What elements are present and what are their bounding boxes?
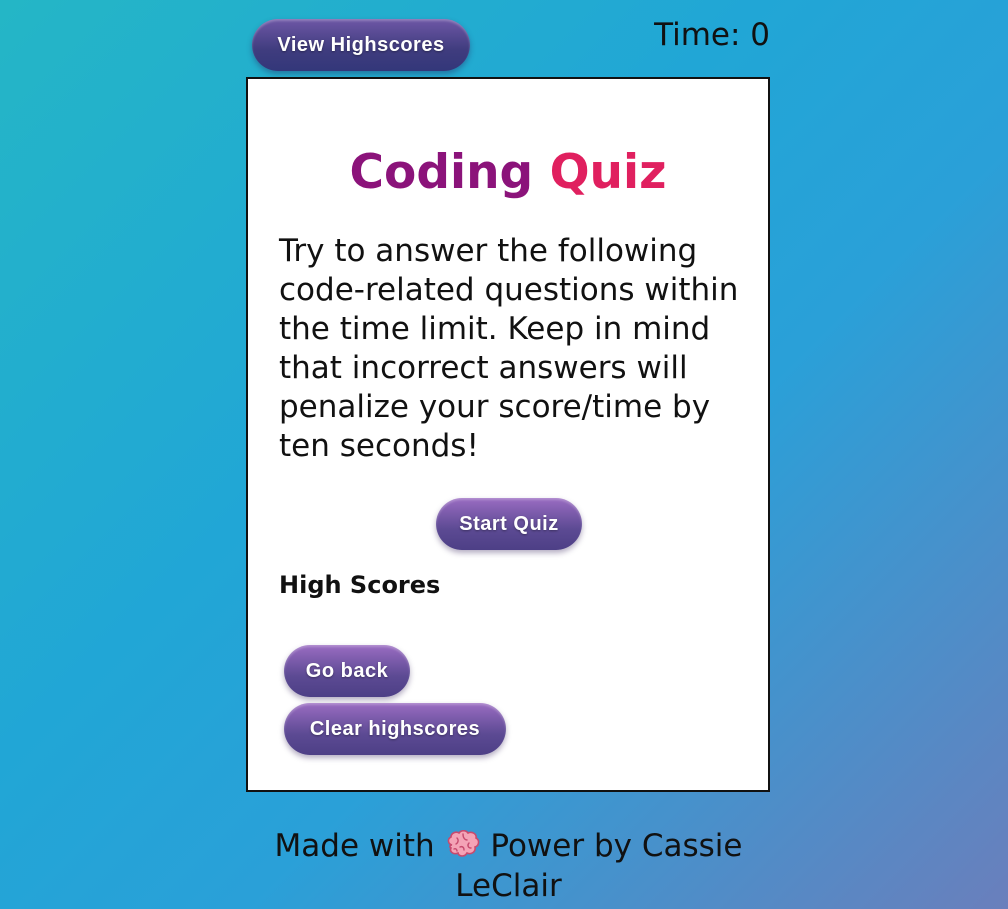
quiz-title-part2: Quiz	[549, 145, 667, 200]
highscores-list	[279, 605, 719, 635]
timer-label: Time:	[654, 17, 741, 53]
quiz-intro-text: Try to answer the following code-related…	[279, 233, 739, 464]
quiz-title: Coding Quiz	[248, 144, 768, 202]
quiz-card: Coding Quiz Try to answer the following …	[246, 77, 770, 792]
footer: Made with Power by Cassie LeClair	[247, 826, 770, 906]
start-quiz-button[interactable]: Start Quiz	[436, 498, 582, 550]
view-highscores-button[interactable]: View Highscores	[252, 19, 470, 71]
timer: Time: 0	[654, 17, 770, 53]
footer-author: Power by Cassie LeClair	[455, 828, 743, 904]
quiz-title-part1: Coding	[349, 145, 534, 200]
timer-value: 0	[750, 17, 770, 53]
top-bar: View Highscores Time: 0	[247, 17, 770, 73]
clear-highscores-button[interactable]: Clear highscores	[284, 703, 506, 755]
footer-made-with: Made with	[274, 828, 435, 864]
go-back-button[interactable]: Go back	[284, 645, 410, 697]
brain-icon	[445, 829, 481, 860]
highscores-heading: High Scores	[279, 571, 441, 599]
